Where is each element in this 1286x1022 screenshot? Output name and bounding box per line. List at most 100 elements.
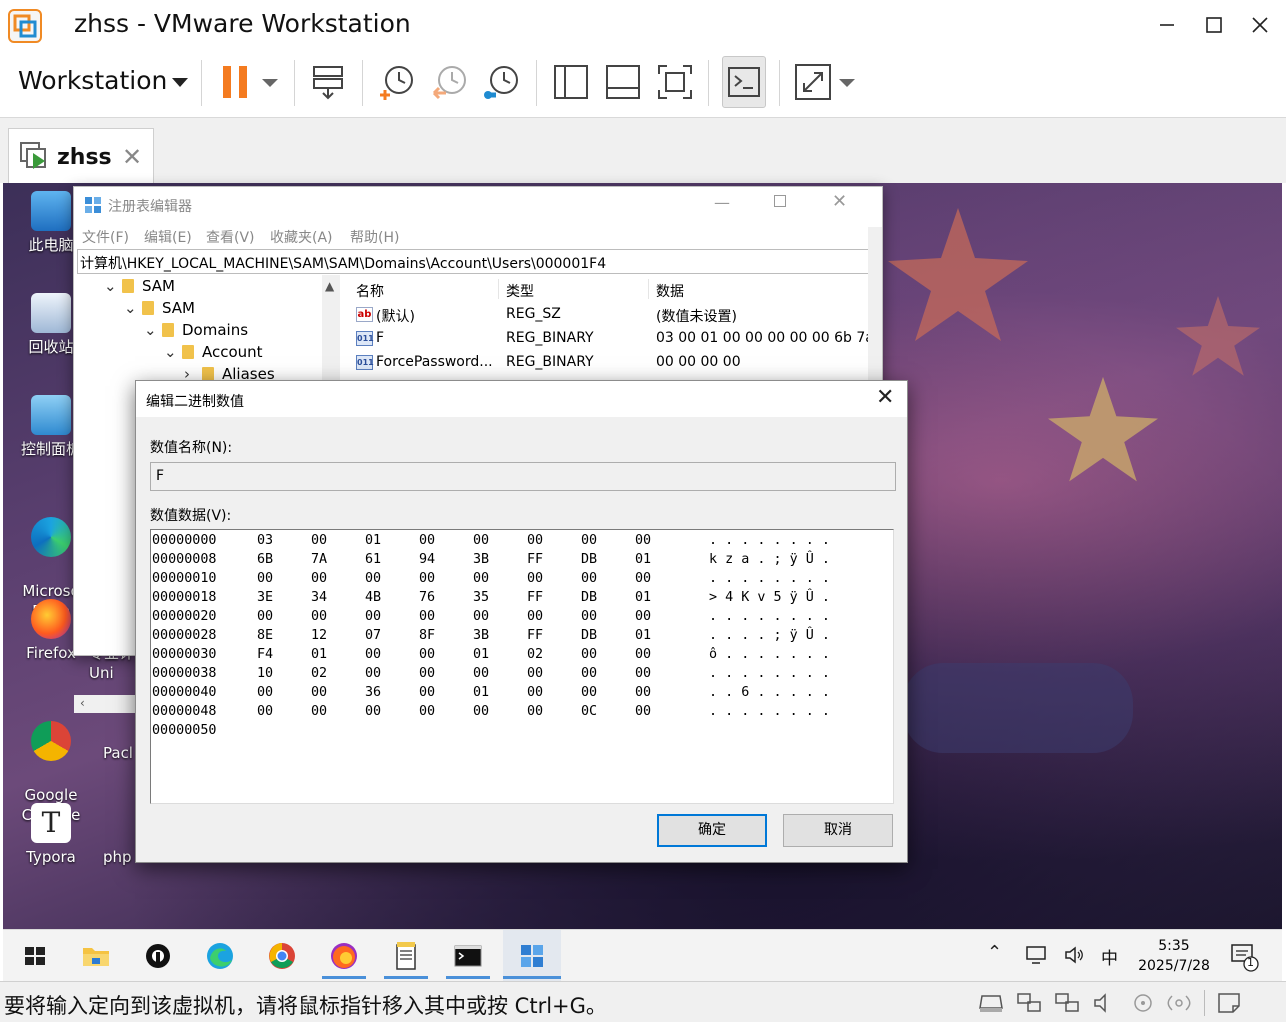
hex-byte[interactable]: 76: [419, 590, 435, 605]
hex-byte[interactable]: 00: [581, 533, 597, 548]
hex-byte[interactable]: 00: [635, 609, 651, 624]
network-icon[interactable]: [1025, 944, 1049, 966]
tree-node-account[interactable]: ⌄ Account: [164, 343, 263, 361]
hex-ascii[interactable]: . . . . . . . .: [709, 571, 830, 586]
minimize-icon[interactable]: [1152, 10, 1182, 40]
tree-node-sam[interactable]: ⌄ SAM: [104, 277, 175, 295]
scroll-left-icon[interactable]: ‹: [80, 696, 85, 710]
hex-byte[interactable]: 00: [581, 609, 597, 624]
cd-drive-icon[interactable]: [1130, 992, 1156, 1014]
menu-view[interactable]: 查看(V): [206, 227, 255, 247]
hex-byte[interactable]: 00: [527, 666, 543, 681]
column-header-type[interactable]: 类型: [506, 281, 534, 301]
hex-row[interactable]: 00000030 F4 01 00 00 01 02 00 00 ô . . . . . . .: [151, 646, 891, 665]
hex-ascii[interactable]: ô . . . . . . .: [709, 647, 830, 662]
app-icon[interactable]: [140, 938, 176, 974]
scroll-up-icon[interactable]: ▲: [325, 279, 334, 293]
column-divider[interactable]: [648, 279, 649, 299]
hex-byte[interactable]: 00: [527, 685, 543, 700]
hex-byte[interactable]: 12: [311, 628, 327, 643]
hex-byte[interactable]: 10: [257, 666, 273, 681]
hex-byte[interactable]: 00: [419, 666, 435, 681]
hex-byte[interactable]: 00: [365, 647, 381, 662]
cmd-icon[interactable]: [450, 938, 486, 974]
hex-byte[interactable]: 00: [635, 533, 651, 548]
hex-row[interactable]: 00000018 3E 34 4B 76 35 FF DB 01 > 4 K v 5 ÿ Û .: [151, 589, 891, 608]
network-adapter-icon[interactable]: [1016, 992, 1042, 1014]
hex-byte[interactable]: 02: [527, 647, 543, 662]
hex-row[interactable]: 00000038 10 02 00 00 00 00 00 00 . . . . . . . .: [151, 665, 891, 684]
hex-byte[interactable]: 00: [419, 571, 435, 586]
stretch-dropdown-icon[interactable]: [834, 62, 860, 102]
notification-icon[interactable]: [1229, 942, 1259, 972]
network-adapter-2-icon[interactable]: [1054, 992, 1080, 1014]
desktop-icon-typora[interactable]: T Typora: [3, 803, 99, 867]
maximize-icon[interactable]: [1199, 10, 1229, 40]
column-divider[interactable]: [498, 279, 499, 299]
hex-byte[interactable]: 00: [635, 685, 651, 700]
tab-close-icon[interactable]: ✕: [122, 143, 142, 171]
hex-byte[interactable]: 00: [311, 533, 327, 548]
hex-byte[interactable]: 00: [419, 647, 435, 662]
hex-ascii[interactable]: . . . . . . . .: [709, 609, 830, 624]
fullscreen-icon[interactable]: [655, 62, 695, 102]
hex-byte[interactable]: 01: [365, 533, 381, 548]
taskbar-active-app[interactable]: [503, 930, 561, 982]
menu-favorites[interactable]: 收藏夹(A): [270, 227, 333, 247]
hex-byte[interactable]: 7A: [311, 552, 327, 567]
hex-byte[interactable]: 00: [527, 571, 543, 586]
hex-byte[interactable]: 00: [257, 685, 273, 700]
hex-byte[interactable]: 00: [581, 571, 597, 586]
hex-ascii[interactable]: > 4 K v 5 ÿ Û .: [709, 590, 830, 605]
hex-byte[interactable]: 00: [473, 571, 489, 586]
sidebar-view-icon[interactable]: [551, 62, 591, 102]
expand-chevron-icon[interactable]: ⌄: [104, 277, 117, 295]
hex-byte[interactable]: 07: [365, 628, 381, 643]
hex-byte[interactable]: 36: [365, 685, 381, 700]
clock[interactable]: 5:35 2025/7/28: [1129, 936, 1219, 976]
hex-byte[interactable]: 01: [635, 628, 651, 643]
hex-byte[interactable]: 00: [527, 533, 543, 548]
workstation-menu[interactable]: Workstation: [18, 66, 167, 95]
hex-byte[interactable]: 01: [311, 647, 327, 662]
hex-byte[interactable]: 00: [581, 647, 597, 662]
hex-byte[interactable]: 3E: [257, 590, 273, 605]
start-icon[interactable]: [17, 938, 53, 974]
hex-byte[interactable]: 6B: [257, 552, 273, 567]
snapshot-take-icon[interactable]: [377, 62, 417, 102]
edge-icon[interactable]: [202, 938, 238, 974]
usb-device-icon[interactable]: [1166, 992, 1192, 1014]
hex-byte[interactable]: 8F: [419, 628, 435, 643]
hex-byte[interactable]: 00: [635, 666, 651, 681]
hex-byte[interactable]: 00: [473, 609, 489, 624]
value-name-field[interactable]: F: [150, 462, 896, 491]
menu-edit[interactable]: 编辑(E): [144, 227, 192, 247]
file-explorer-icon[interactable]: [78, 938, 114, 974]
column-header-name[interactable]: 名称: [356, 281, 384, 301]
hex-ascii[interactable]: . . . . . . . .: [709, 704, 830, 719]
hex-ascii[interactable]: . . . . . . . .: [709, 533, 830, 548]
hex-byte[interactable]: FF: [527, 628, 543, 643]
expand-chevron-icon[interactable]: ⌄: [124, 299, 137, 317]
hex-byte[interactable]: DB: [581, 628, 597, 643]
regedit-maximize-icon[interactable]: [774, 195, 786, 207]
hex-byte[interactable]: 00: [257, 704, 273, 719]
hex-byte[interactable]: 00: [365, 609, 381, 624]
hex-byte[interactable]: 94: [419, 552, 435, 567]
notepad-icon[interactable]: [388, 938, 424, 974]
hex-ascii[interactable]: . . 6 . . . . .: [709, 685, 830, 700]
thumbnail-view-icon[interactable]: [603, 62, 643, 102]
tree-node-sam-sub[interactable]: ⌄ SAM: [124, 299, 195, 317]
show-hidden-icons-icon[interactable]: ⌃: [987, 942, 1002, 963]
expand-chevron-icon[interactable]: ⌄: [144, 321, 157, 339]
regedit-minimize-icon[interactable]: —: [714, 193, 730, 212]
hex-byte[interactable]: 01: [635, 552, 651, 567]
sound-card-icon[interactable]: [1092, 992, 1118, 1014]
snapshot-manager-icon[interactable]: [482, 62, 522, 102]
hex-byte[interactable]: 00: [527, 609, 543, 624]
hex-ascii[interactable]: . . . . . . . .: [709, 666, 830, 681]
hex-byte[interactable]: 00: [365, 666, 381, 681]
ime-indicator[interactable]: 中: [1101, 944, 1118, 969]
hex-byte[interactable]: 00: [635, 647, 651, 662]
hex-row[interactable]: 00000040 00 00 36 00 01 00 00 00 . . 6 . . . . .: [151, 684, 891, 703]
